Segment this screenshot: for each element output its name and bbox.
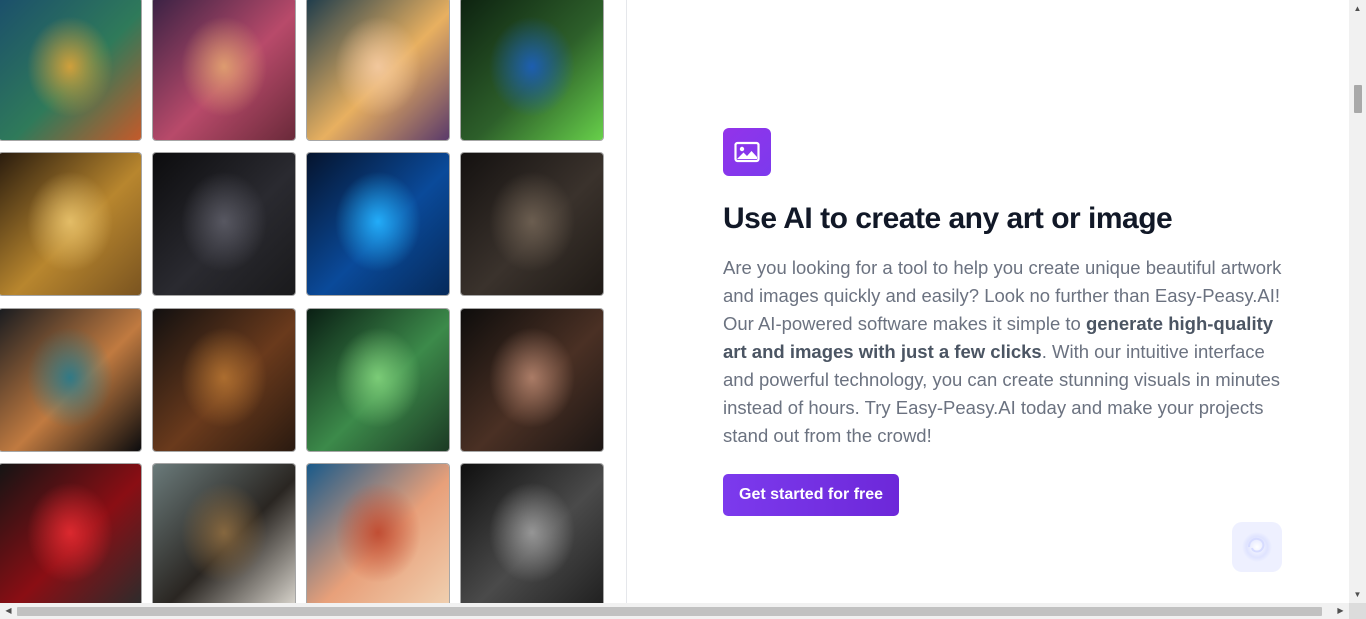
scrollbar-corner xyxy=(1349,603,1366,619)
scroll-left-arrow[interactable]: ◀ xyxy=(0,603,17,619)
scroll-down-arrow[interactable]: ▼ xyxy=(1349,586,1366,603)
buddha-statue-image xyxy=(461,153,603,296)
van-gogh-portrait-image xyxy=(0,0,141,140)
page-viewport: Use AI to create any art or image Are yo… xyxy=(0,0,1349,603)
hooded-hacker-image xyxy=(307,153,449,296)
red-sports-car-image xyxy=(0,463,141,603)
feature-section: Use AI to create any art or image Are yo… xyxy=(723,128,1293,516)
batman-image xyxy=(153,153,295,296)
chat-assistant-icon xyxy=(1242,532,1272,562)
butterfly-image xyxy=(0,308,141,451)
dog-portrait-image xyxy=(153,308,295,451)
feature-description: Are you looking for a tool to help you c… xyxy=(723,254,1288,450)
image-icon xyxy=(734,141,760,163)
cartoon-old-man-image xyxy=(307,463,449,603)
man-portrait-image xyxy=(461,308,603,451)
get-started-button[interactable]: Get started for free xyxy=(723,474,900,516)
man-fedora-sunglasses-image xyxy=(461,463,603,603)
blue-beetle-image xyxy=(461,0,603,140)
vertical-scrollbar[interactable]: ▲ ▼ xyxy=(1349,0,1366,603)
scroll-right-arrow[interactable]: ▶ xyxy=(1332,603,1349,619)
horizontal-scrollbar[interactable]: ◀ ▶ xyxy=(0,603,1349,619)
feature-title: Use AI to create any art or image xyxy=(723,202,1173,235)
horizontal-scroll-thumb[interactable] xyxy=(17,607,1322,616)
feature-icon-box xyxy=(723,128,771,176)
chat-widget-button[interactable] xyxy=(1232,522,1282,572)
cartoon-woman-glasses-image xyxy=(307,0,449,140)
scroll-up-arrow[interactable]: ▲ xyxy=(1349,0,1366,17)
floral-woman-portrait-image xyxy=(153,0,295,140)
vertical-scroll-thumb[interactable] xyxy=(1354,85,1362,113)
steam-locomotive-image xyxy=(153,463,295,603)
gallery-panel xyxy=(0,0,627,603)
yoda-image xyxy=(307,308,449,451)
golden-retriever-image xyxy=(0,153,141,296)
